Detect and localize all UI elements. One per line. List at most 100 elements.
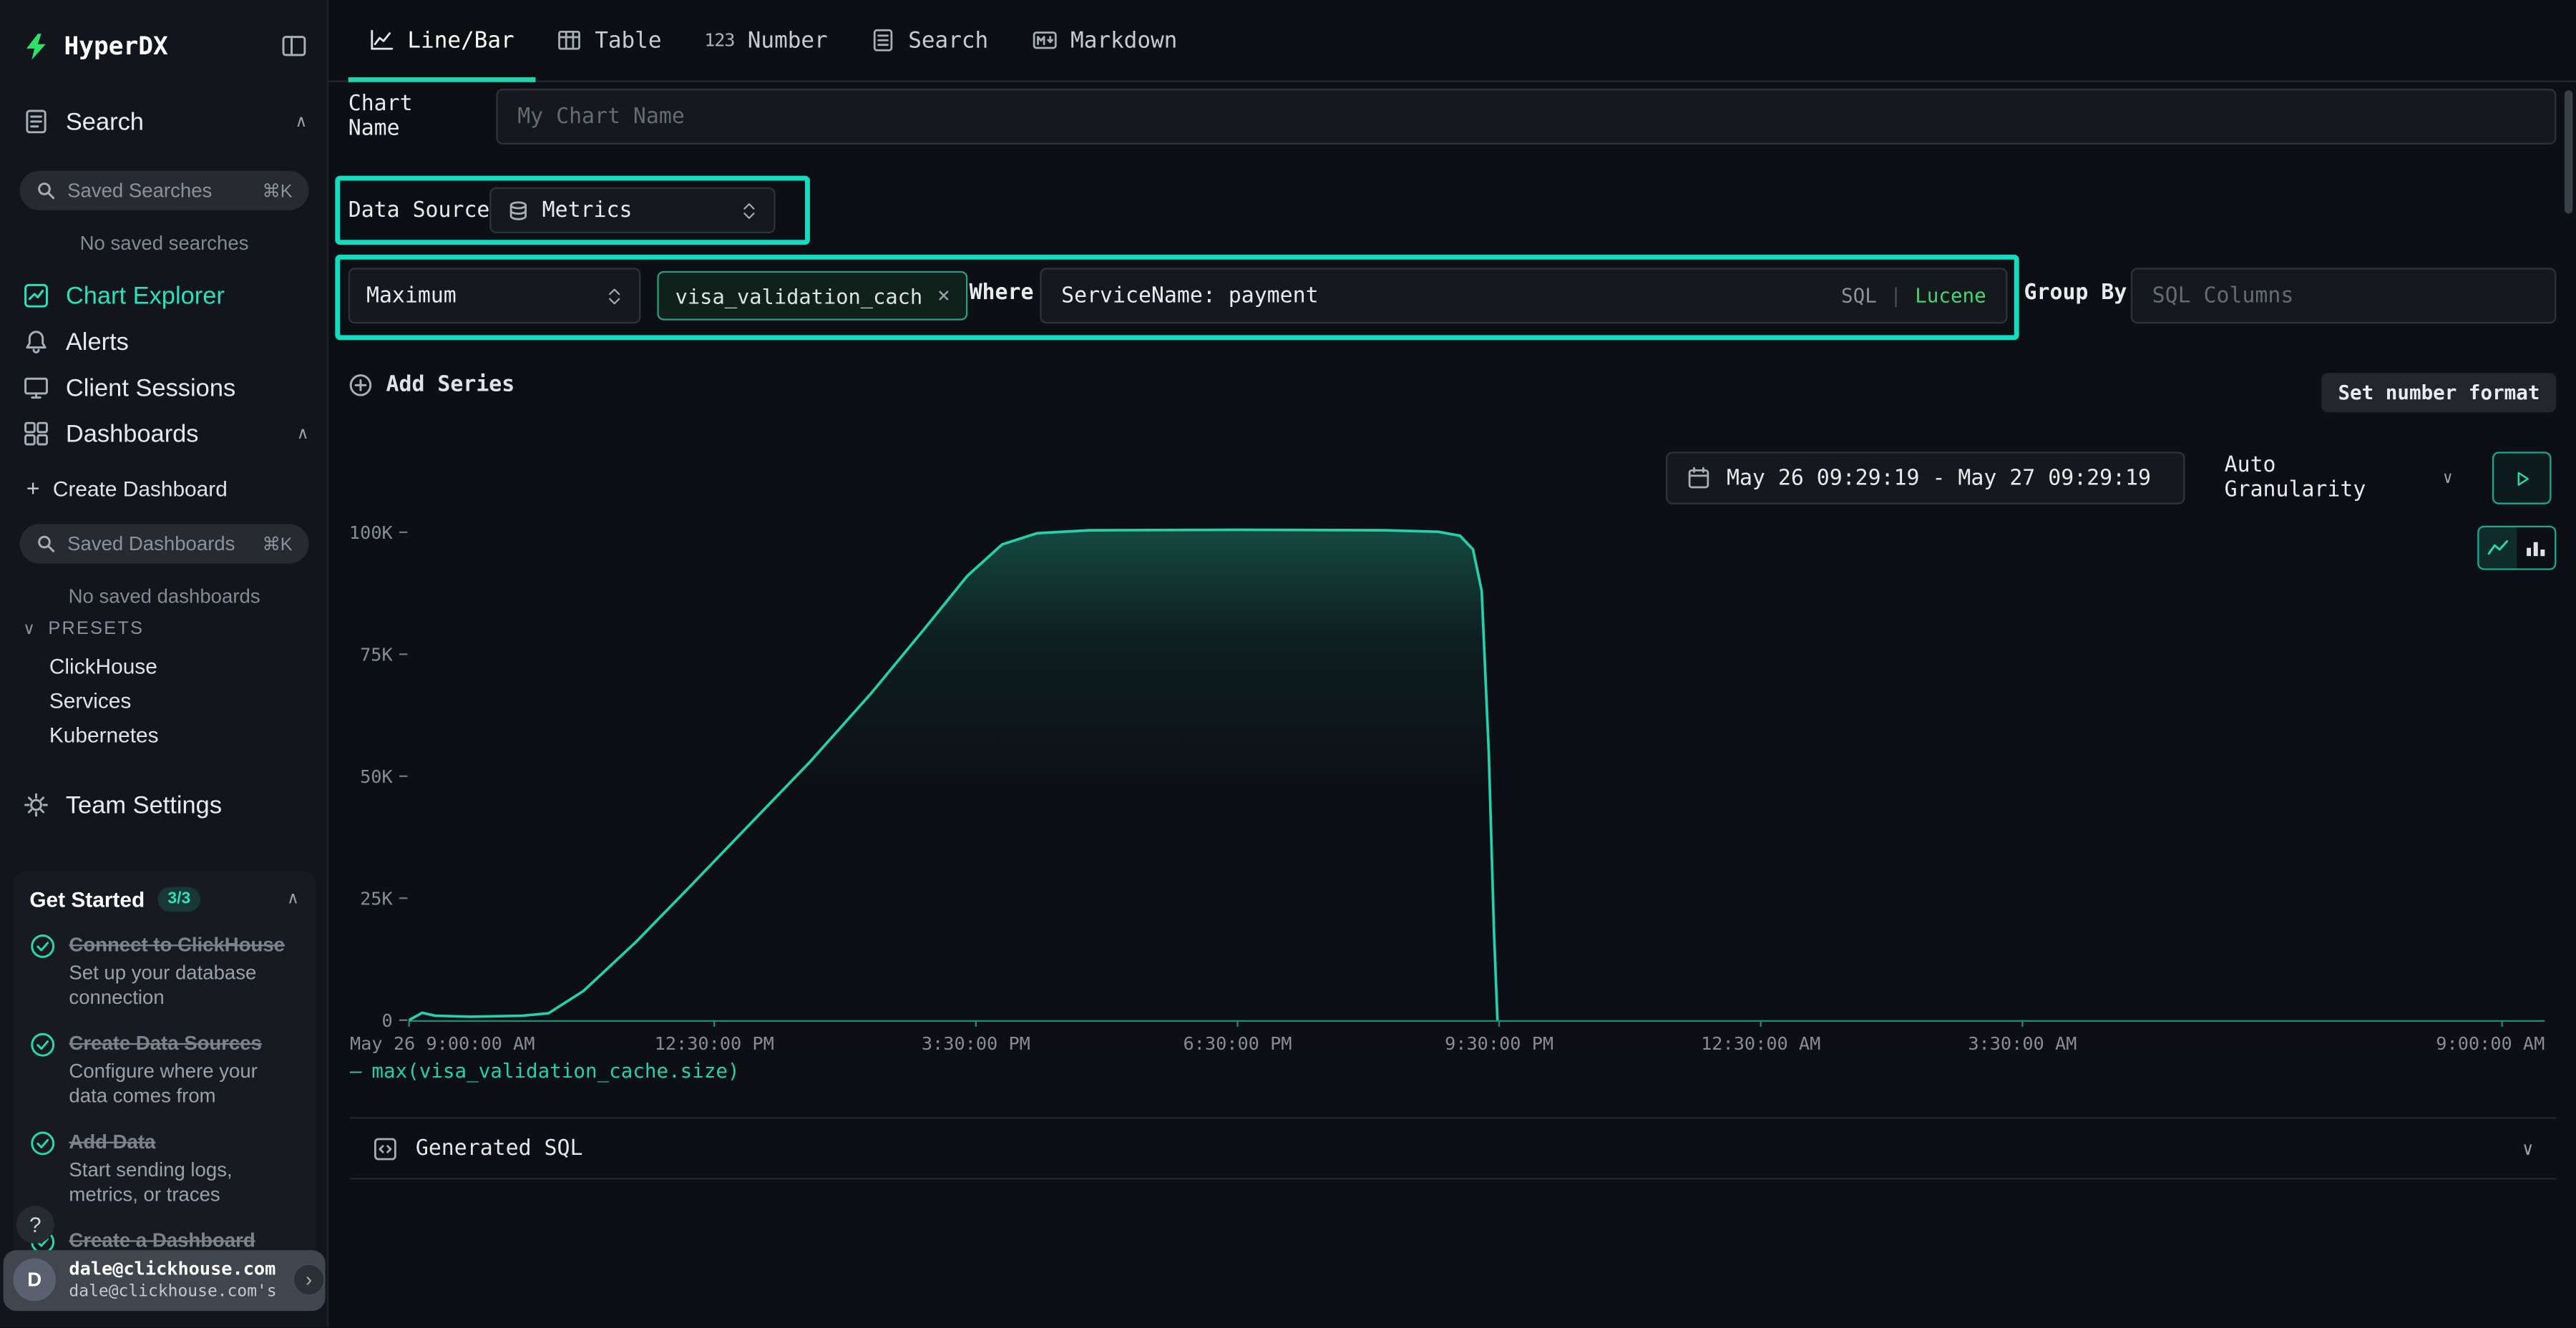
tab-label: Table [595,27,661,54]
brand-title: HyperDX [64,31,268,61]
saved-dashboards-input[interactable] [67,532,250,555]
chart-explorer-icon [23,283,49,309]
get-started-title: Get Started [29,887,145,912]
get-started-header[interactable]: Get Started 3/3 ∧ [29,887,299,912]
actions-row: Add Series Set number format [348,373,2557,412]
nav-label: Alerts [66,328,129,356]
get-started-item-title: Connect to ClickHouse [69,933,296,957]
saved-searches-pill[interactable]: ⌘K [20,171,309,210]
shortcut-badge: ⌘K [263,533,293,555]
user-profile-chip[interactable]: D dale@clickhouse.com dale@clickhouse.co… [4,1250,326,1311]
metric-chip[interactable]: visa_validation_cach × [657,271,968,321]
get-started-badge: 3/3 [158,887,200,912]
sidebar-item-alerts[interactable]: Alerts [0,318,328,364]
sql-toggle[interactable]: SQL [1841,284,1877,307]
get-started-item-subtitle: Set up your database connection [69,961,296,1010]
preset-item-clickhouse[interactable]: ClickHouse [49,654,157,678]
chevron-up-icon[interactable]: ∧ [296,112,308,130]
svg-text:9:30:00 PM: 9:30:00 PM [1445,1033,1553,1054]
bell-icon [23,328,49,355]
tab-label: Search [908,27,988,54]
preset-item-services[interactable]: Services [49,688,131,713]
presets-header[interactable]: ∨ PRESETS [23,620,144,640]
timeseries-chart[interactable]: 025K50K75K100KMay 26 9:00:00 AM12:30:00 … [350,522,2552,1065]
sidebar-item-client-sessions[interactable]: Client Sessions [0,365,328,411]
lucene-toggle[interactable]: Lucene [1915,284,1986,307]
collapse-sidebar-icon[interactable] [281,33,308,59]
date-range-picker[interactable]: May 26 09:29:19 - May 27 09:29:19 [1666,451,2185,504]
markdown-icon [1031,28,1058,52]
where-input[interactable] [1061,283,1828,308]
close-icon[interactable]: × [937,283,950,308]
create-dashboard-label: Create Dashboard [53,476,228,500]
set-number-format-button[interactable]: Set number format [2322,373,2557,412]
help-button[interactable]: ? [16,1206,54,1244]
sidebar-item-chart-explorer[interactable]: Chart Explorer [0,273,328,318]
svg-text:12:30:00 AM: 12:30:00 AM [1701,1033,1820,1054]
chart-name-input[interactable] [496,89,2556,145]
chevron-down-icon: ∨ [2443,469,2453,487]
granularity-select[interactable]: Auto Granularity ∨ [2211,451,2466,504]
shortcut-badge: ⌘K [263,180,293,201]
tab-label: Markdown [1070,27,1177,54]
run-query-button[interactable] [2492,451,2552,504]
tab-line-bar[interactable]: Line/Bar [348,0,536,82]
monitor-icon [23,374,49,401]
saved-searches-input[interactable] [67,179,250,202]
chart-name-row: Chart Name [348,89,2557,145]
nav-label: Dashboards [66,420,199,448]
get-started-card: Get Started 3/3 ∧ Connect to ClickHouse … [13,871,315,1259]
no-saved-searches-text: No saved searches [0,232,328,255]
group-by-input[interactable] [2131,268,2557,323]
line-chart-icon [370,28,394,52]
plus-icon: + [26,475,40,502]
sidebar-item-team-settings[interactable]: Team Settings [23,785,307,824]
presets-label: PRESETS [48,620,144,640]
svg-text:12:30:00 PM: 12:30:00 PM [655,1033,774,1054]
group-by-label: Group By [2024,281,2127,306]
sidebar-item-dashboards[interactable]: Dashboards ∧ [0,411,328,456]
create-dashboard-button[interactable]: + Create Dashboard [26,475,228,502]
select-updown-icon [741,200,757,221]
sidebar-item-search[interactable]: Search ∧ [23,102,307,141]
saved-dashboards-pill[interactable]: ⌘K [20,524,309,563]
no-saved-dashboards-text: No saved dashboards [0,585,328,607]
number-123-icon: 123 [704,29,734,51]
tab-number[interactable]: 123 Number [683,0,849,82]
user-org: dale@clickhouse.com's [69,1283,276,1301]
series-swatch: — [350,1060,362,1083]
where-label: Where [970,281,1034,306]
tab-label: Line/Bar [407,27,514,54]
chevron-up-icon[interactable]: ∧ [297,424,309,442]
add-series-label: Add Series [386,373,515,397]
hyperdx-logo-icon [23,32,51,60]
scrollbar-thumb[interactable] [2565,90,2572,213]
tab-markdown[interactable]: Markdown [1010,0,1199,82]
generated-sql-row[interactable]: Generated SQL ∨ [350,1117,2556,1179]
preset-item-kubernetes[interactable]: Kubernetes [49,723,159,747]
check-circle-icon [29,1032,56,1058]
svg-text:6:30:00 PM: 6:30:00 PM [1183,1033,1292,1054]
table-icon [557,28,581,52]
search-section-icon [23,109,49,135]
svg-text:3:30:00 PM: 3:30:00 PM [922,1033,1030,1054]
time-controls-row: May 26 09:29:19 - May 27 09:29:19 Auto G… [328,451,2556,504]
data-source-label: Data Source [348,198,490,223]
chevron-down-icon: ∨ [2522,1138,2533,1159]
search-section-label: Search [66,107,144,135]
svg-text:25K: 25K [360,888,393,909]
data-source-select[interactable]: Metrics [489,187,775,233]
aggregation-value: Maximum [366,283,457,308]
chevron-up-icon[interactable]: ∧ [287,890,299,908]
chevron-right-icon[interactable]: › [293,1264,326,1297]
data-source-row: Data Source [348,187,490,233]
plus-circle-icon [348,373,373,397]
tab-table[interactable]: Table [536,0,683,82]
hyperdx-app: HyperDX Search ∧ ⌘K No saved searches C [0,0,2576,1327]
brand-row: HyperDX [23,26,307,66]
tab-search[interactable]: Search [849,0,1010,82]
avatar: D [13,1259,56,1302]
aggregation-select[interactable]: Maximum [348,268,641,323]
add-series-button[interactable]: Add Series [348,373,2557,397]
search-icon [36,534,57,554]
